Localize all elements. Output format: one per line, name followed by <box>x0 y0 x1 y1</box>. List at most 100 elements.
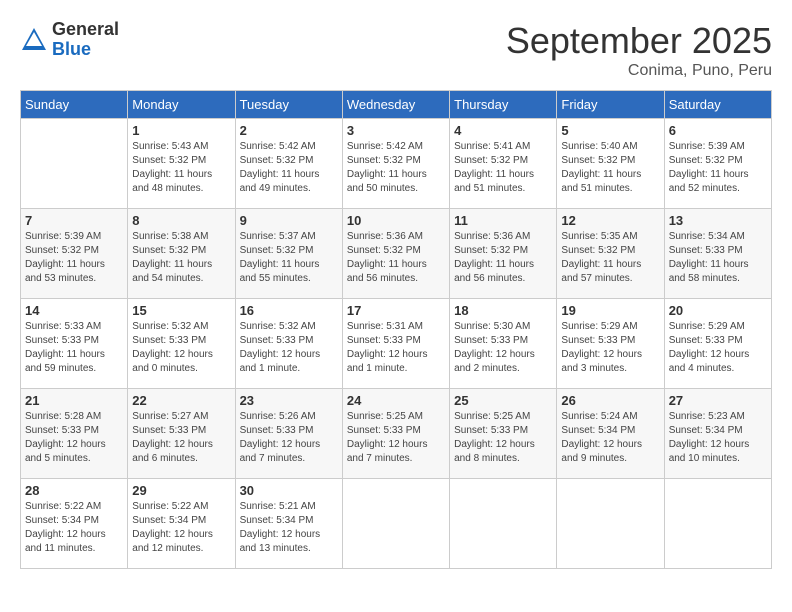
day-info: Sunrise: 5:43 AMSunset: 5:32 PMDaylight:… <box>132 140 230 196</box>
calendar-cell: 5 Sunrise: 5:40 AMSunset: 5:32 PMDaylight… <box>557 119 664 209</box>
day-number: 2 <box>240 123 338 138</box>
calendar-cell: 22Sunrise: 5:27 AMSunset: 5:33 PMDayligh… <box>128 389 235 479</box>
day-number: 5 <box>561 123 659 138</box>
col-friday: Friday <box>557 91 664 119</box>
logo: General Blue <box>20 20 119 60</box>
day-info: Sunrise: 5:26 AMSunset: 5:33 PMDaylight:… <box>240 410 338 466</box>
col-tuesday: Tuesday <box>235 91 342 119</box>
day-number: 14 <box>25 303 123 318</box>
day-number: 17 <box>347 303 445 318</box>
day-number: 10 <box>347 213 445 228</box>
day-info: Sunrise: 5:21 AMSunset: 5:34 PMDaylight:… <box>240 500 338 556</box>
day-info: Sunrise: 5:36 AMSunset: 5:32 PMDaylight:… <box>347 230 445 286</box>
week-row-4: 21Sunrise: 5:28 AMSunset: 5:33 PMDayligh… <box>21 389 772 479</box>
col-sunday: Sunday <box>21 91 128 119</box>
col-monday: Monday <box>128 91 235 119</box>
logo-general: General <box>52 20 119 40</box>
calendar-cell: 27 Sunrise: 5:23 AMSunset: 5:34 PMDayligh… <box>664 389 771 479</box>
day-info: Sunrise: 5:32 AMSunset: 5:33 PMDaylight:… <box>132 320 230 376</box>
calendar-cell: 1Sunrise: 5:43 AMSunset: 5:32 PMDaylight… <box>128 119 235 209</box>
day-number: 7 <box>25 213 123 228</box>
calendar-cell <box>21 119 128 209</box>
day-number: 13 <box>669 213 767 228</box>
col-saturday: Saturday <box>664 91 771 119</box>
day-number: 9 <box>240 213 338 228</box>
day-number: 19 <box>561 303 659 318</box>
calendar-cell: 18Sunrise: 5:30 AMSunset: 5:33 PMDayligh… <box>450 299 557 389</box>
calendar-cell <box>450 479 557 569</box>
day-info: Sunrise: 5:29 AMSunset: 5:33 PMDaylight:… <box>669 320 767 376</box>
calendar-cell: 30Sunrise: 5:21 AMSunset: 5:34 PMDayligh… <box>235 479 342 569</box>
day-info: Sunrise: 5:41 AMSunset: 5:32 PMDaylight:… <box>454 140 552 196</box>
month-title: September 2025 <box>506 20 772 62</box>
calendar-header: Sunday Monday Tuesday Wednesday Thursday… <box>21 91 772 119</box>
calendar-cell: 11 Sunrise: 5:36 AMSunset: 5:32 PMDayligh… <box>450 209 557 299</box>
day-number: 8 <box>132 213 230 228</box>
day-info: Sunrise: 5:40 AMSunset: 5:32 PMDaylight:… <box>561 140 659 196</box>
day-number: 11 <box>454 213 552 228</box>
calendar-cell: 20 Sunrise: 5:29 AMSunset: 5:33 PMDayligh… <box>664 299 771 389</box>
day-info: Sunrise: 5:24 AMSunset: 5:34 PMDaylight:… <box>561 410 659 466</box>
day-info: Sunrise: 5:42 AMSunset: 5:32 PMDaylight:… <box>347 140 445 196</box>
location-subtitle: Conima, Puno, Peru <box>506 62 772 80</box>
calendar-cell: 13 Sunrise: 5:34 AMSunset: 5:33 PMDayligh… <box>664 209 771 299</box>
week-row-1: 1Sunrise: 5:43 AMSunset: 5:32 PMDaylight… <box>21 119 772 209</box>
day-number: 12 <box>561 213 659 228</box>
calendar-cell: 15 Sunrise: 5:32 AMSunset: 5:33 PMDayligh… <box>128 299 235 389</box>
day-number: 21 <box>25 393 123 408</box>
week-row-5: 28 Sunrise: 5:22 AMSunset: 5:34 PMDayligh… <box>21 479 772 569</box>
day-info: Sunrise: 5:32 AMSunset: 5:33 PMDaylight:… <box>240 320 338 376</box>
day-number: 3 <box>347 123 445 138</box>
day-number: 23 <box>240 393 338 408</box>
calendar-cell: 17 Sunrise: 5:31 AMSunset: 5:33 PMDayligh… <box>342 299 449 389</box>
calendar-cell: 23 Sunrise: 5:26 AMSunset: 5:33 PMDayligh… <box>235 389 342 479</box>
col-wednesday: Wednesday <box>342 91 449 119</box>
calendar-cell: 26 Sunrise: 5:24 AMSunset: 5:34 PMDayligh… <box>557 389 664 479</box>
calendar-cell: 7 Sunrise: 5:39 AMSunset: 5:32 PMDaylight… <box>21 209 128 299</box>
day-info: Sunrise: 5:39 AMSunset: 5:32 PMDaylight:… <box>25 230 123 286</box>
day-number: 18 <box>454 303 552 318</box>
logo-text: General Blue <box>52 20 119 60</box>
title-block: September 2025 Conima, Puno, Peru <box>506 20 772 80</box>
day-number: 27 <box>669 393 767 408</box>
calendar-cell: 4 Sunrise: 5:41 AMSunset: 5:32 PMDaylight… <box>450 119 557 209</box>
header-row: Sunday Monday Tuesday Wednesday Thursday… <box>21 91 772 119</box>
day-number: 24 <box>347 393 445 408</box>
calendar-cell: 16 Sunrise: 5:32 AMSunset: 5:33 PMDayligh… <box>235 299 342 389</box>
calendar-cell: 24 Sunrise: 5:25 AMSunset: 5:33 PMDayligh… <box>342 389 449 479</box>
day-info: Sunrise: 5:38 AMSunset: 5:32 PMDaylight:… <box>132 230 230 286</box>
day-info: Sunrise: 5:23 AMSunset: 5:34 PMDaylight:… <box>669 410 767 466</box>
day-info: Sunrise: 5:37 AMSunset: 5:32 PMDaylight:… <box>240 230 338 286</box>
calendar-cell: 14 Sunrise: 5:33 AMSunset: 5:33 PMDayligh… <box>21 299 128 389</box>
day-number: 28 <box>25 483 123 498</box>
calendar-cell: 9 Sunrise: 5:37 AMSunset: 5:32 PMDaylight… <box>235 209 342 299</box>
day-number: 4 <box>454 123 552 138</box>
day-number: 29 <box>132 483 230 498</box>
day-info: Sunrise: 5:25 AMSunset: 5:33 PMDaylight:… <box>347 410 445 466</box>
calendar-cell: 28Sunrise: 5:22 AMSunset: 5:34 PMDayligh… <box>21 479 128 569</box>
calendar-cell: 3 Sunrise: 5:42 AMSunset: 5:32 PMDaylight… <box>342 119 449 209</box>
calendar-cell: 12Sunrise: 5:35 AMSunset: 5:32 PMDayligh… <box>557 209 664 299</box>
day-info: Sunrise: 5:39 AMSunset: 5:32 PMDaylight:… <box>669 140 767 196</box>
calendar-cell: 25Sunrise: 5:25 AMSunset: 5:33 PMDayligh… <box>450 389 557 479</box>
day-info: Sunrise: 5:22 AMSunset: 5:34 PMDaylight:… <box>132 500 230 556</box>
calendar-cell: 29 Sunrise: 5:22 AMSunset: 5:34 PMDayligh… <box>128 479 235 569</box>
calendar-cell <box>557 479 664 569</box>
calendar-cell: 21Sunrise: 5:28 AMSunset: 5:33 PMDayligh… <box>21 389 128 479</box>
calendar-cell: 10 Sunrise: 5:36 AMSunset: 5:32 PMDayligh… <box>342 209 449 299</box>
day-info: Sunrise: 5:25 AMSunset: 5:33 PMDaylight:… <box>454 410 552 466</box>
day-info: Sunrise: 5:33 AMSunset: 5:33 PMDaylight:… <box>25 320 123 376</box>
day-info: Sunrise: 5:27 AMSunset: 5:33 PMDaylight:… <box>132 410 230 466</box>
day-info: Sunrise: 5:29 AMSunset: 5:33 PMDaylight:… <box>561 320 659 376</box>
day-info: Sunrise: 5:34 AMSunset: 5:33 PMDaylight:… <box>669 230 767 286</box>
week-row-2: 7 Sunrise: 5:39 AMSunset: 5:32 PMDaylight… <box>21 209 772 299</box>
day-number: 20 <box>669 303 767 318</box>
day-number: 26 <box>561 393 659 408</box>
day-info: Sunrise: 5:36 AMSunset: 5:32 PMDaylight:… <box>454 230 552 286</box>
day-info: Sunrise: 5:31 AMSunset: 5:33 PMDaylight:… <box>347 320 445 376</box>
day-number: 15 <box>132 303 230 318</box>
calendar-cell: 2Sunrise: 5:42 AMSunset: 5:32 PMDaylight… <box>235 119 342 209</box>
calendar-table: Sunday Monday Tuesday Wednesday Thursday… <box>20 90 772 569</box>
day-number: 16 <box>240 303 338 318</box>
calendar-cell <box>342 479 449 569</box>
